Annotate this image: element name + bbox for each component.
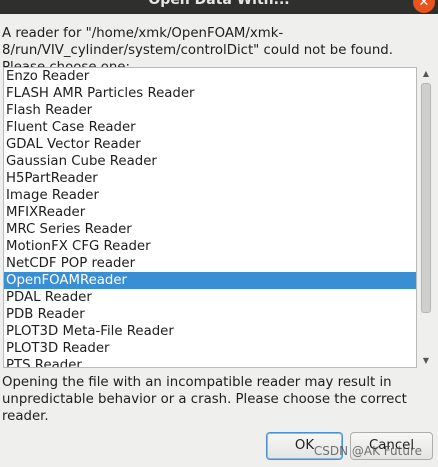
list-item[interactable]: PLOT3D Reader (4, 340, 416, 357)
dialog-title: Open Data With... (148, 0, 290, 8)
list-item[interactable]: MotionFX CFG Reader (4, 238, 416, 255)
warning-text: Opening the file with an incompatible re… (2, 375, 407, 424)
watermark: CSDN @AK Future (313, 444, 422, 458)
reader-list[interactable]: Enzo Reader FLASH AMR Particles Reader Fla… (3, 67, 417, 368)
list-item[interactable]: MRC Series Reader (4, 221, 416, 238)
list-item[interactable]: PDB Reader (4, 306, 416, 323)
scroll-up-icon[interactable]: ▲ (418, 67, 434, 81)
list-item[interactable]: Image Reader (4, 187, 416, 204)
title-bar[interactable]: Open Data With... ✕ (0, 0, 438, 14)
list-item[interactable]: OpenFOAMReader (4, 272, 416, 289)
scroll-thumb[interactable] (421, 83, 431, 313)
list-item[interactable]: Flash Reader (4, 102, 416, 119)
list-item[interactable]: PDAL Reader (4, 289, 416, 306)
list-item[interactable]: GDAL Vector Reader (4, 136, 416, 153)
list-item[interactable]: Fluent Case Reader (4, 119, 416, 136)
close-button[interactable]: ✕ (413, 0, 435, 13)
open-data-with-dialog: Open Data With... ✕ A reader for "/home/… (0, 0, 438, 467)
close-icon: ✕ (418, 0, 430, 10)
list-item[interactable]: MFIXReader (4, 204, 416, 221)
reader-list-items: Enzo Reader FLASH AMR Particles Reader Fla… (4, 68, 416, 367)
list-item[interactable]: H5PartReader (4, 170, 416, 187)
list-item[interactable]: Enzo Reader (4, 68, 416, 85)
list-item[interactable]: Gaussian Cube Reader (4, 153, 416, 170)
list-item[interactable]: FLASH AMR Particles Reader (4, 85, 416, 102)
scroll-down-icon[interactable]: ▼ (418, 354, 434, 368)
list-item[interactable]: PTS Reader (4, 357, 416, 367)
list-item[interactable]: NetCDF POP reader (4, 255, 416, 272)
list-item[interactable]: PLOT3D Meta-File Reader (4, 323, 416, 340)
reader-list-scrollbar[interactable]: ▲ ▼ (418, 67, 434, 368)
